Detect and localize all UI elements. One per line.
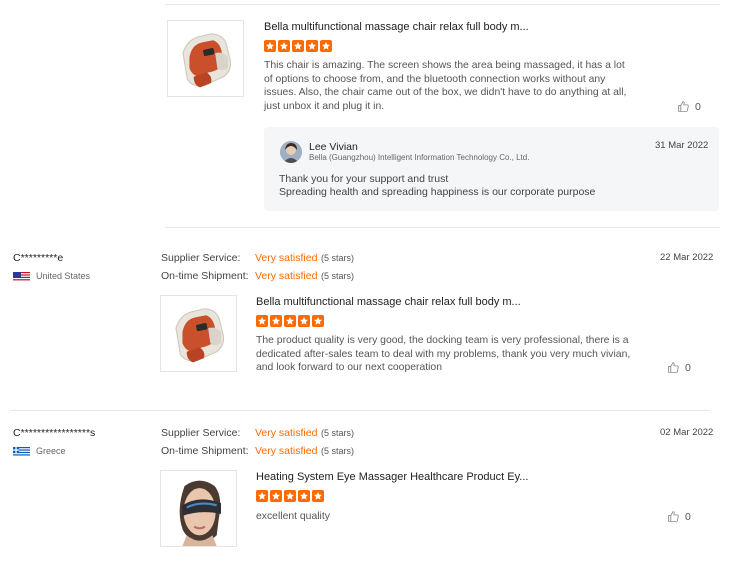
- supplier-reply: Lee Vivian Bella (Guangzhou) Intelligent…: [264, 127, 719, 211]
- massage-chair-image: [168, 21, 243, 96]
- product-title[interactable]: Bella multifunctional massage chair rela…: [264, 21, 529, 33]
- like-count: 0: [685, 361, 691, 374]
- star-icon: [256, 315, 268, 327]
- star-icon: [312, 315, 324, 327]
- supplier-service-value: Very satisfied: [255, 252, 318, 264]
- like-button[interactable]: 0: [667, 510, 691, 523]
- top-divider: [165, 4, 720, 5]
- like-button[interactable]: 0: [677, 100, 701, 113]
- supplier-service-stars: (5 stars): [321, 253, 355, 263]
- thumbs-up-icon: [667, 361, 680, 374]
- review-date: 02 Mar 2022: [660, 427, 714, 438]
- star-icon: [298, 490, 310, 502]
- review-date: 22 Mar 2022: [660, 252, 714, 263]
- product-thumbnail[interactable]: [160, 295, 237, 372]
- shipment-value: Very satisfied: [255, 445, 318, 457]
- reviewer-country: Greece: [36, 446, 66, 456]
- review-text: excellent quality: [256, 511, 330, 522]
- supplier-service-label: Supplier Service:: [161, 427, 241, 439]
- supplier-service-value: Very satisfied: [255, 427, 318, 439]
- star-icon: [306, 40, 318, 52]
- supplier-service-stars: (5 stars): [321, 428, 355, 438]
- product-thumbnail[interactable]: [160, 470, 237, 547]
- reply-date: 31 Mar 2022: [655, 140, 709, 151]
- rating-stars: [256, 490, 324, 502]
- rating-stars: [256, 315, 324, 327]
- eye-massager-image: [161, 471, 236, 546]
- product-title[interactable]: Bella multifunctional massage chair rela…: [256, 296, 521, 308]
- review-text: The product quality is very good, the do…: [256, 335, 631, 374]
- reviewer-name: C*****************s: [13, 427, 96, 439]
- reviewer-name: C*********e: [13, 252, 64, 264]
- rating-stars: [264, 40, 332, 52]
- like-count: 0: [685, 510, 691, 523]
- shipment-value: Very satisfied: [255, 270, 318, 282]
- divider: [165, 227, 720, 228]
- product-title[interactable]: Heating System Eye Massager Healthcare P…: [256, 471, 528, 483]
- product-thumbnail[interactable]: [167, 20, 244, 97]
- reply-text-line: Thank you for your support and trust: [279, 173, 449, 185]
- shipment-stars: (5 stars): [321, 271, 355, 281]
- like-button[interactable]: 0: [667, 361, 691, 374]
- star-icon: [284, 315, 296, 327]
- star-icon: [312, 490, 324, 502]
- greece-flag-icon: [13, 445, 30, 456]
- star-icon: [264, 40, 276, 52]
- reviewer-country: United States: [36, 271, 91, 281]
- supplier-service-label: Supplier Service:: [161, 252, 241, 264]
- star-icon: [270, 490, 282, 502]
- star-icon: [292, 40, 304, 52]
- massage-chair-image: [161, 296, 236, 371]
- thumbs-up-icon: [677, 100, 690, 113]
- reply-author-name: Lee Vivian: [309, 141, 358, 153]
- shipment-label: On-time Shipment:: [161, 270, 249, 282]
- shipment-stars: (5 stars): [321, 446, 355, 456]
- star-icon: [284, 490, 296, 502]
- reply-text-line: Spreading health and spreading happiness…: [279, 186, 596, 198]
- like-count: 0: [695, 100, 701, 113]
- star-icon: [278, 40, 290, 52]
- us-flag-icon: [13, 270, 30, 281]
- review-text: This chair is amazing. The screen shows …: [264, 60, 627, 112]
- divider: [10, 410, 710, 411]
- star-icon: [320, 40, 332, 52]
- star-icon: [270, 315, 282, 327]
- reply-company: Bella (Guangzhou) Intelligent Informatio…: [309, 153, 530, 162]
- thumbs-up-icon: [667, 510, 680, 523]
- star-icon: [298, 315, 310, 327]
- star-icon: [256, 490, 268, 502]
- shipment-label: On-time Shipment:: [161, 445, 249, 457]
- avatar: [280, 141, 302, 163]
